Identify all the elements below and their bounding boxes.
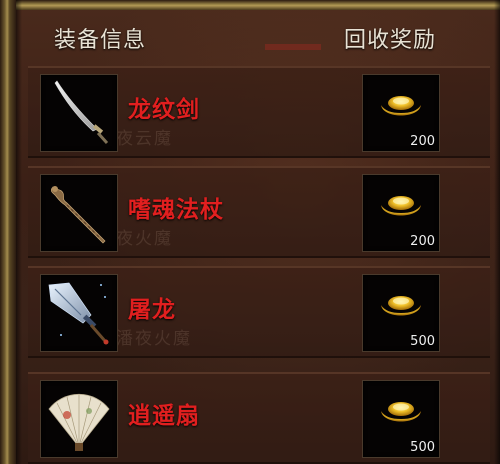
item-slot[interactable] (40, 74, 118, 152)
panel-header: 装备信息 回收奖励 (0, 18, 500, 62)
equipment-row[interactable]: 夜云魔 龙纹剑 200 (28, 66, 490, 158)
header-decoration (265, 44, 321, 50)
item-slot[interactable] (40, 274, 118, 352)
background-watermark-text: 潘夜火魔 (116, 329, 192, 349)
reward-slot[interactable]: 500 (362, 274, 440, 352)
reward-amount: 500 (410, 440, 435, 455)
item-slot[interactable] (40, 380, 118, 458)
item-slot[interactable] (40, 174, 118, 252)
background-watermark-text: 夜火魔 (116, 229, 173, 249)
item-name: 嗜魂法杖 (128, 197, 224, 223)
item-name: 屠龙 (128, 297, 176, 323)
curved-sword-icon (54, 80, 109, 145)
equipment-row[interactable]: 潘夜火魔 屠龙 500 (28, 266, 490, 358)
fan-icon (48, 393, 110, 451)
background-watermark-text: 夜云魔 (116, 129, 173, 149)
equipment-row[interactable]: 逍遥扇 500 (28, 372, 490, 464)
reward-amount: 500 (410, 334, 435, 349)
item-name: 逍遥扇 (128, 403, 200, 429)
reward-slot[interactable]: 200 (362, 174, 440, 252)
top-gold-border (0, 0, 500, 10)
equipment-info-heading: 装备信息 (54, 28, 147, 53)
staff-icon (50, 186, 106, 244)
recycle-reward-heading: 回收奖励 (344, 28, 437, 53)
dragon-slayer-blade-icon (48, 282, 109, 345)
item-name: 龙纹剑 (128, 97, 200, 123)
reward-slot[interactable]: 200 (362, 74, 440, 152)
equipment-row[interactable]: 夜火魔 嗜魂法杖 200 (28, 166, 490, 258)
reward-amount: 200 (410, 234, 435, 249)
right-edge-shadow (494, 0, 500, 464)
left-gold-border (0, 0, 22, 464)
reward-amount: 200 (410, 134, 435, 149)
reward-slot[interactable]: 500 (362, 380, 440, 458)
recycle-panel: 装备信息 回收奖励 夜云魔 龙纹剑 200 夜火魔 嗜魂法杖 200 潘夜火魔 … (0, 0, 500, 464)
